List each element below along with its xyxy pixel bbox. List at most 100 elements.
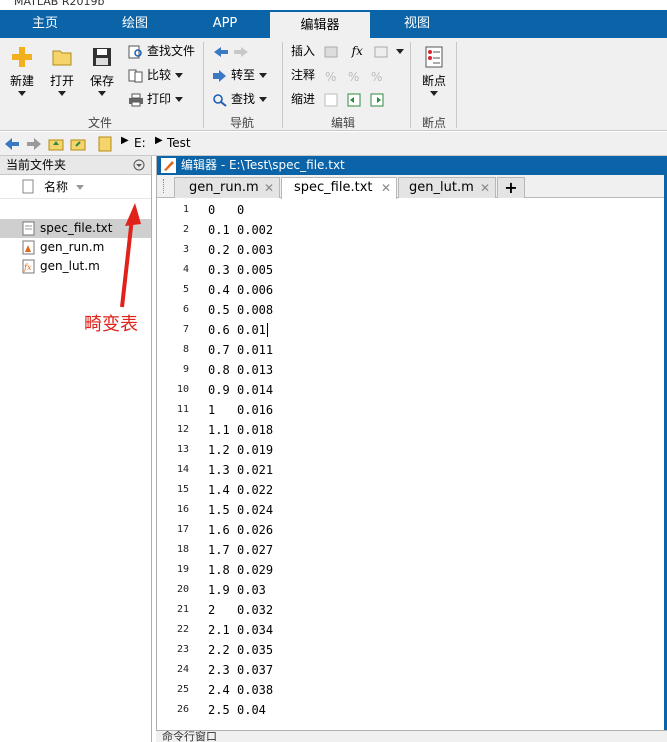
- code-line[interactable]: 2.3 0.037: [203, 660, 663, 680]
- tab-plots[interactable]: 绘图: [90, 10, 180, 38]
- browse-folder-icon[interactable]: [70, 136, 86, 152]
- code-line[interactable]: 0.8 0.013: [203, 360, 663, 380]
- col-x-value: 2.2: [208, 643, 230, 657]
- code-line[interactable]: 2.1 0.034: [203, 620, 663, 640]
- code-line[interactable]: 1.4 0.022: [203, 480, 663, 500]
- tab-grip: [163, 179, 165, 193]
- col-y-value: 0.01: [237, 323, 266, 337]
- code-line[interactable]: 0.5 0.008: [203, 300, 663, 320]
- tab-editor[interactable]: 编辑器: [270, 10, 370, 38]
- close-icon[interactable]: ✕: [381, 178, 391, 198]
- back-forward-buttons[interactable]: [212, 42, 253, 60]
- comment-button[interactable]: 注释 % % %: [291, 66, 388, 84]
- code-line[interactable]: 0.6 0.01: [203, 320, 663, 340]
- code-line[interactable]: 2 0.032: [203, 600, 663, 620]
- file-column-icon: [22, 179, 34, 194]
- editor-tab-gen-lut[interactable]: gen_lut.m ✕: [398, 177, 496, 198]
- print-label: 打印: [147, 92, 172, 106]
- file-name: gen_lut.m: [40, 259, 100, 273]
- editor-content[interactable]: 1 2 3 4 5 6 7 8 9 10 11 12 13 14 15 16 17 18 19 20 21 22 23 24 2…: [157, 200, 667, 736]
- code-line[interactable]: 0.1 0.002: [203, 220, 663, 240]
- find-button[interactable]: 查找: [212, 90, 268, 108]
- group-divider: [456, 42, 457, 128]
- col-y-value: 0.019: [237, 443, 274, 457]
- code-line[interactable]: 00: [203, 200, 663, 220]
- new-plus-icon: [12, 47, 32, 67]
- editor-tab-gen-run[interactable]: gen_run.m ✕: [174, 177, 280, 198]
- col-y-value: 0.011: [237, 343, 274, 357]
- goto-button[interactable]: 转至: [212, 66, 268, 84]
- name-column-header[interactable]: 名称: [0, 175, 151, 199]
- code-line[interactable]: 1 0.016: [203, 400, 663, 420]
- col-x-value: 1.8: [208, 563, 230, 577]
- code-line[interactable]: 1.3 0.021: [203, 460, 663, 480]
- col-x-value: 1.6: [208, 523, 230, 537]
- close-icon[interactable]: ✕: [264, 178, 274, 198]
- code-line[interactable]: 2.4 0.038: [203, 680, 663, 700]
- indent-button[interactable]: 缩进: [291, 90, 388, 108]
- line-number: 25: [176, 684, 189, 695]
- col-x-value: 0.8: [208, 363, 230, 377]
- code-line[interactable]: 1.5 0.024: [203, 500, 663, 520]
- code-line[interactable]: 2.5 0.04: [203, 700, 663, 720]
- tab-view[interactable]: 视图: [370, 10, 464, 38]
- find-files-button[interactable]: 查找文件: [128, 42, 195, 60]
- line-number: 19: [176, 564, 189, 575]
- print-button[interactable]: 打印: [128, 90, 184, 108]
- code-line[interactable]: 2.2 0.035: [203, 640, 663, 660]
- col-y-value: 0.03: [237, 583, 266, 597]
- col-x-value: 2.3: [208, 663, 230, 677]
- line-number: 4: [182, 264, 189, 275]
- editor-tab-spec-file[interactable]: spec_file.txt ✕: [281, 177, 397, 199]
- find-files-label: 查找文件: [147, 44, 196, 58]
- code-line[interactable]: 1.9 0.03: [203, 580, 663, 600]
- tab-home[interactable]: 主页: [0, 10, 90, 38]
- code-area[interactable]: 0 0 0.1 0.002 0.2 0.003 0.3 0.005 0.4 0.006 0.5 0.0…: [203, 200, 663, 736]
- line-number: 22: [176, 624, 189, 635]
- back-forward-arrows-icon[interactable]: [4, 137, 44, 151]
- tab-label: gen_run.m: [189, 180, 259, 195]
- editor-pencil-icon: [161, 158, 176, 173]
- code-line[interactable]: 0.9 0.014: [203, 380, 663, 400]
- compare-icon: [128, 69, 143, 82]
- col-x-value: 0.3: [208, 263, 230, 277]
- code-line[interactable]: 0.2 0.003: [203, 240, 663, 260]
- svg-text:%: %: [325, 70, 336, 83]
- command-window-title: 命令行窗口: [162, 730, 217, 742]
- indent-label: 缩进: [291, 92, 316, 106]
- code-line[interactable]: 0.4 0.006: [203, 280, 663, 300]
- fx-label[interactable]: fx: [352, 44, 363, 58]
- up-folder-icon[interactable]: [48, 136, 64, 152]
- code-line[interactable]: 0.7 0.011: [203, 340, 663, 360]
- code-line[interactable]: 1.7 0.027: [203, 540, 663, 560]
- annotation-label: 畸变表: [84, 314, 138, 335]
- insert-button[interactable]: 插入 fx: [291, 42, 404, 60]
- close-icon[interactable]: ✕: [480, 178, 490, 198]
- compare-button[interactable]: 比较: [128, 66, 184, 84]
- line-number: 13: [176, 444, 189, 455]
- open-button[interactable]: 打开: [46, 46, 78, 96]
- path-folder[interactable]: Test: [167, 136, 191, 150]
- code-line[interactable]: 1.1 0.018: [203, 420, 663, 440]
- text-file-icon: [22, 221, 35, 236]
- svg-text:fx: fx: [23, 263, 32, 272]
- code-line[interactable]: 1.2 0.019: [203, 440, 663, 460]
- col-y-value: 0.018: [237, 423, 274, 437]
- path-drive[interactable]: E:: [134, 136, 146, 150]
- col-y-value: 0.035: [237, 643, 274, 657]
- code-line[interactable]: 1.8 0.029: [203, 560, 663, 580]
- new-tab-button[interactable]: +: [497, 177, 525, 198]
- tab-apps[interactable]: APP: [180, 10, 270, 38]
- new-button[interactable]: 新建: [6, 46, 38, 96]
- code-line[interactable]: 0.3 0.005: [203, 260, 663, 280]
- chevron-down-icon: [259, 73, 268, 78]
- breakpoints-button[interactable]: 断点: [418, 46, 450, 96]
- line-number: 3: [182, 244, 189, 255]
- code-line[interactable]: 1.6 0.026: [203, 520, 663, 540]
- col-x-value: 0.2: [208, 243, 230, 257]
- save-button[interactable]: 保存: [86, 46, 118, 96]
- insert-matrix-icon: [374, 46, 388, 57]
- col-y-value: 0.032: [237, 603, 274, 617]
- panel-menu-icon[interactable]: [133, 159, 145, 171]
- current-folder-title: 当前文件夹: [6, 158, 67, 172]
